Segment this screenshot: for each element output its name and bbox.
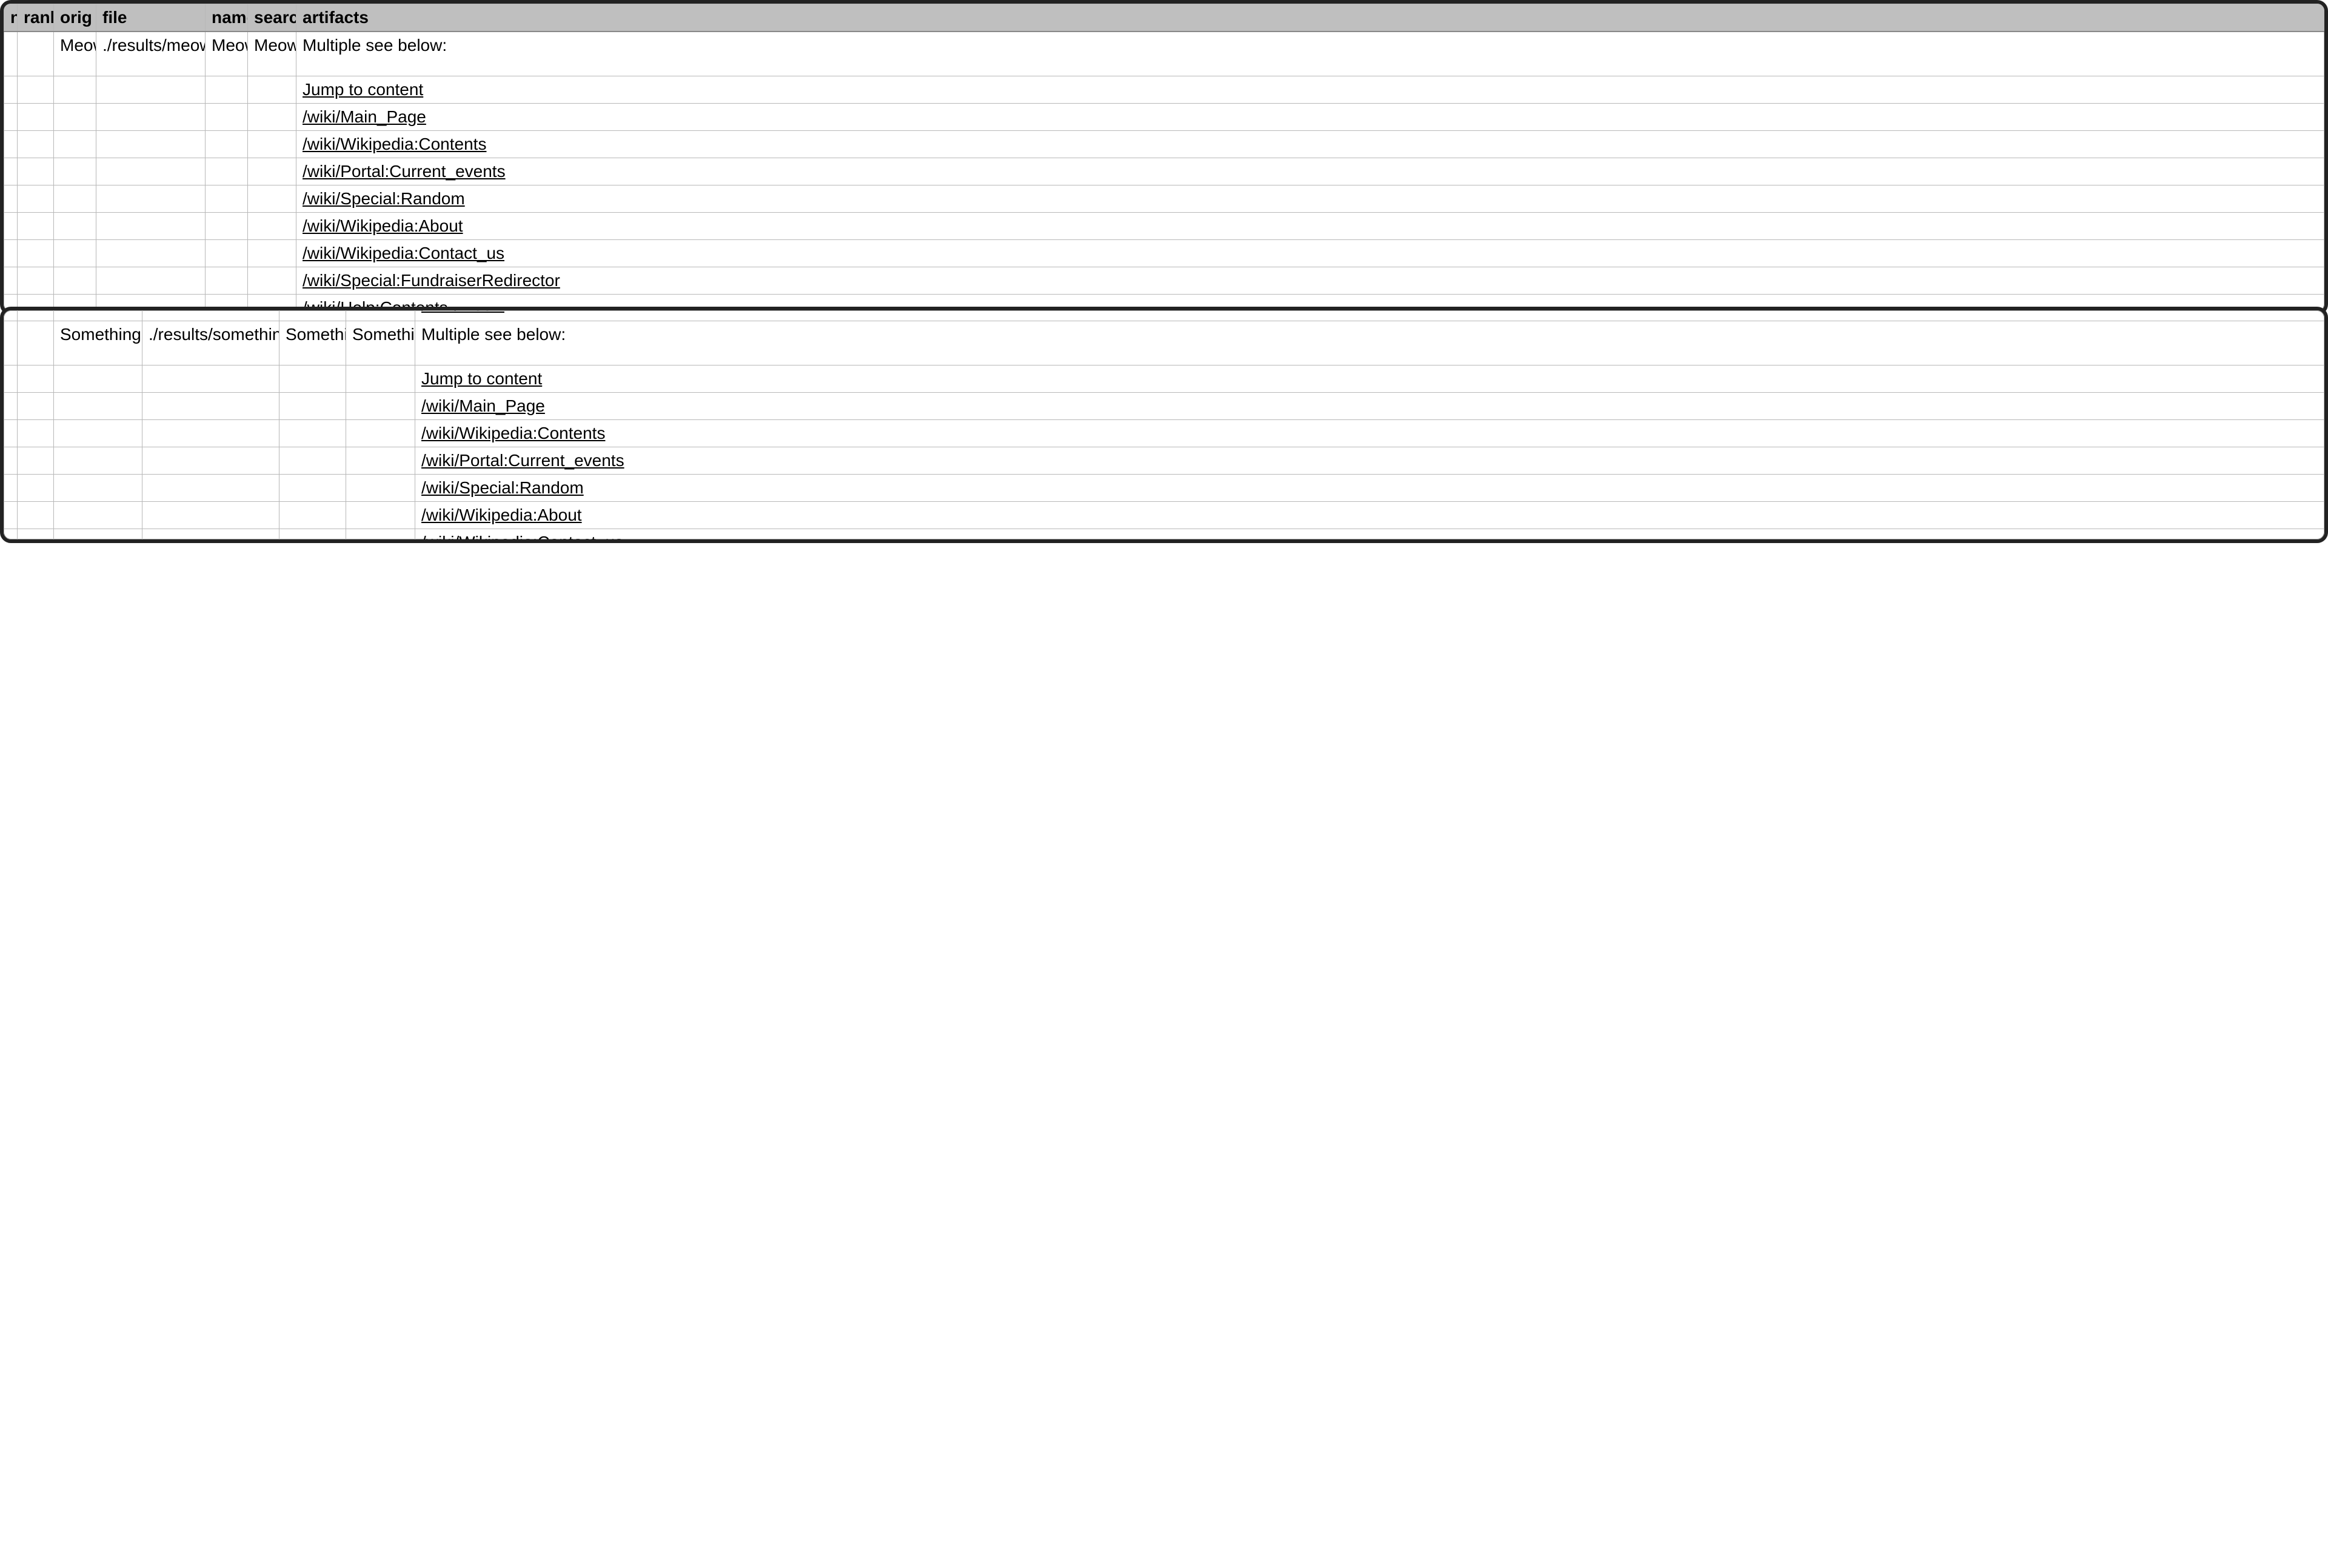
header-row: n rank orig file name search artifacts	[4, 4, 2324, 32]
cell-artifacts[interactable]: /wiki/Meow	[415, 307, 2324, 321]
table-row: /wiki/Portal:Current_events	[4, 447, 2324, 475]
cell-name[interactable]: Meow	[206, 32, 248, 76]
cell-artifacts[interactable]: /wiki/Wikipedia:Contact_us	[415, 529, 2324, 544]
table-row: Jump to content	[4, 365, 2324, 393]
results-table-top: n rank orig file name search artifacts M…	[4, 4, 2324, 315]
table-row: /wiki/Wikipedia:Contact_us	[4, 529, 2324, 544]
cell-rank[interactable]	[18, 32, 54, 76]
cell-artifacts[interactable]: /wiki/Special:Random	[415, 475, 2324, 502]
artifact-link[interactable]: /wiki/Portal:Current_events	[421, 451, 624, 470]
table-row: Meow ./results/meow.json Meow Meow Multi…	[4, 32, 2324, 76]
cell-artifacts[interactable]: /wiki/Main_Page	[296, 104, 2324, 131]
table-row: Something ./results/something.json Somet…	[4, 321, 2324, 365]
cell-artifacts[interactable]: Jump to content	[296, 76, 2324, 104]
cell-orig[interactable]: Meow	[54, 32, 96, 76]
cell-artifacts[interactable]: /wiki/Special:FundraiserRedirector	[296, 267, 2324, 295]
cell-artifacts[interactable]: Jump to content	[415, 365, 2324, 393]
artifact-link[interactable]: /wiki/Wikipedia:Contact_us	[421, 533, 623, 543]
cell-artifacts[interactable]: /wiki/Wikipedia:Contents	[415, 420, 2324, 447]
cell-n[interactable]	[4, 321, 18, 365]
table-row: /wiki/Wikipedia:Contents	[4, 131, 2324, 158]
header-rank[interactable]: rank	[18, 4, 54, 32]
cell-search[interactable]: Something	[346, 321, 415, 365]
top-pane: n rank orig file name search artifacts M…	[0, 0, 2328, 315]
table-row: /wiki/Meow	[4, 307, 2324, 321]
cell-name[interactable]: Something	[279, 321, 346, 365]
artifact-link[interactable]: Jump to content	[421, 369, 542, 388]
table-row: /wiki/Special:Random	[4, 475, 2324, 502]
artifact-link[interactable]: /wiki/Special:Random	[303, 189, 465, 208]
artifact-link[interactable]: /wiki/Wikipedia:Contents	[303, 135, 486, 153]
table-row: /wiki/Portal:Current_events	[4, 158, 2324, 185]
header-search[interactable]: search	[248, 4, 296, 32]
top-scroll-content: n rank orig file name search artifacts M…	[4, 4, 2324, 315]
cell-artifacts[interactable]: /wiki/Special:Random	[296, 185, 2324, 213]
table-row: /wiki/Main_Page	[4, 104, 2324, 131]
cell-artifacts[interactable]: Multiple see below:	[296, 32, 2324, 76]
artifact-link[interactable]: /wiki/Main_Page	[421, 396, 545, 415]
cell-artifacts[interactable]: /wiki/Wikipedia:About	[296, 213, 2324, 240]
cell-n[interactable]	[4, 32, 18, 76]
multiple-label: Multiple see below:	[421, 325, 2318, 361]
table-row: /wiki/Special:FundraiserRedirector	[4, 267, 2324, 295]
artifact-link[interactable]: /wiki/Wikipedia:About	[421, 505, 582, 524]
table-row: Jump to content	[4, 76, 2324, 104]
bottom-scroll-content: /wiki/Meow Something ./results/something…	[4, 307, 2324, 543]
header-artifacts[interactable]: artifacts	[296, 4, 2324, 32]
cell-artifacts[interactable]: Multiple see below:	[415, 321, 2324, 365]
cell-orig[interactable]: Something	[54, 321, 142, 365]
table-row: /wiki/Main_Page	[4, 393, 2324, 420]
table-row: /wiki/Special:Random	[4, 185, 2324, 213]
artifact-link[interactable]: /wiki/Portal:Current_events	[303, 162, 506, 181]
cell-rank[interactable]	[18, 321, 54, 365]
artifact-link[interactable]: /wiki/Wikipedia:Contents	[421, 424, 605, 442]
table-row: /wiki/Wikipedia:Contents	[4, 420, 2324, 447]
cell-artifacts[interactable]: /wiki/Wikipedia:Contact_us	[296, 240, 2324, 267]
artifact-link[interactable]: /wiki/Main_Page	[303, 107, 426, 126]
cell-file[interactable]: ./results/something.json	[142, 321, 279, 365]
header-n[interactable]: n	[4, 4, 18, 32]
artifact-link[interactable]: /wiki/Wikipedia:About	[303, 216, 463, 235]
artifact-link[interactable]: /wiki/Wikipedia:Contact_us	[303, 244, 504, 262]
artifact-link[interactable]: Jump to content	[303, 80, 423, 99]
cell-artifacts[interactable]: /wiki/Portal:Current_events	[296, 158, 2324, 185]
cell-search[interactable]: Meow	[248, 32, 296, 76]
cell-artifacts[interactable]: /wiki/Wikipedia:Contents	[296, 131, 2324, 158]
artifact-link[interactable]: /wiki/Meow	[421, 307, 504, 314]
cell-artifacts[interactable]: /wiki/Portal:Current_events	[415, 447, 2324, 475]
header-name[interactable]: name	[206, 4, 248, 32]
table-row: /wiki/Wikipedia:About	[4, 213, 2324, 240]
cell-artifacts[interactable]: /wiki/Main_Page	[415, 393, 2324, 420]
results-table-bottom: /wiki/Meow Something ./results/something…	[4, 307, 2324, 543]
artifact-link[interactable]: /wiki/Special:FundraiserRedirector	[303, 271, 560, 290]
cell-file[interactable]: ./results/meow.json	[96, 32, 206, 76]
table-row: /wiki/Wikipedia:About	[4, 502, 2324, 529]
cell-artifacts[interactable]: /wiki/Wikipedia:About	[415, 502, 2324, 529]
bottom-pane: /wiki/Meow Something ./results/something…	[0, 307, 2328, 543]
multiple-label: Multiple see below:	[303, 36, 2318, 72]
table-row: /wiki/Wikipedia:Contact_us	[4, 240, 2324, 267]
artifact-link[interactable]: /wiki/Special:Random	[421, 478, 584, 497]
header-orig[interactable]: orig	[54, 4, 96, 32]
header-file[interactable]: file	[96, 4, 206, 32]
